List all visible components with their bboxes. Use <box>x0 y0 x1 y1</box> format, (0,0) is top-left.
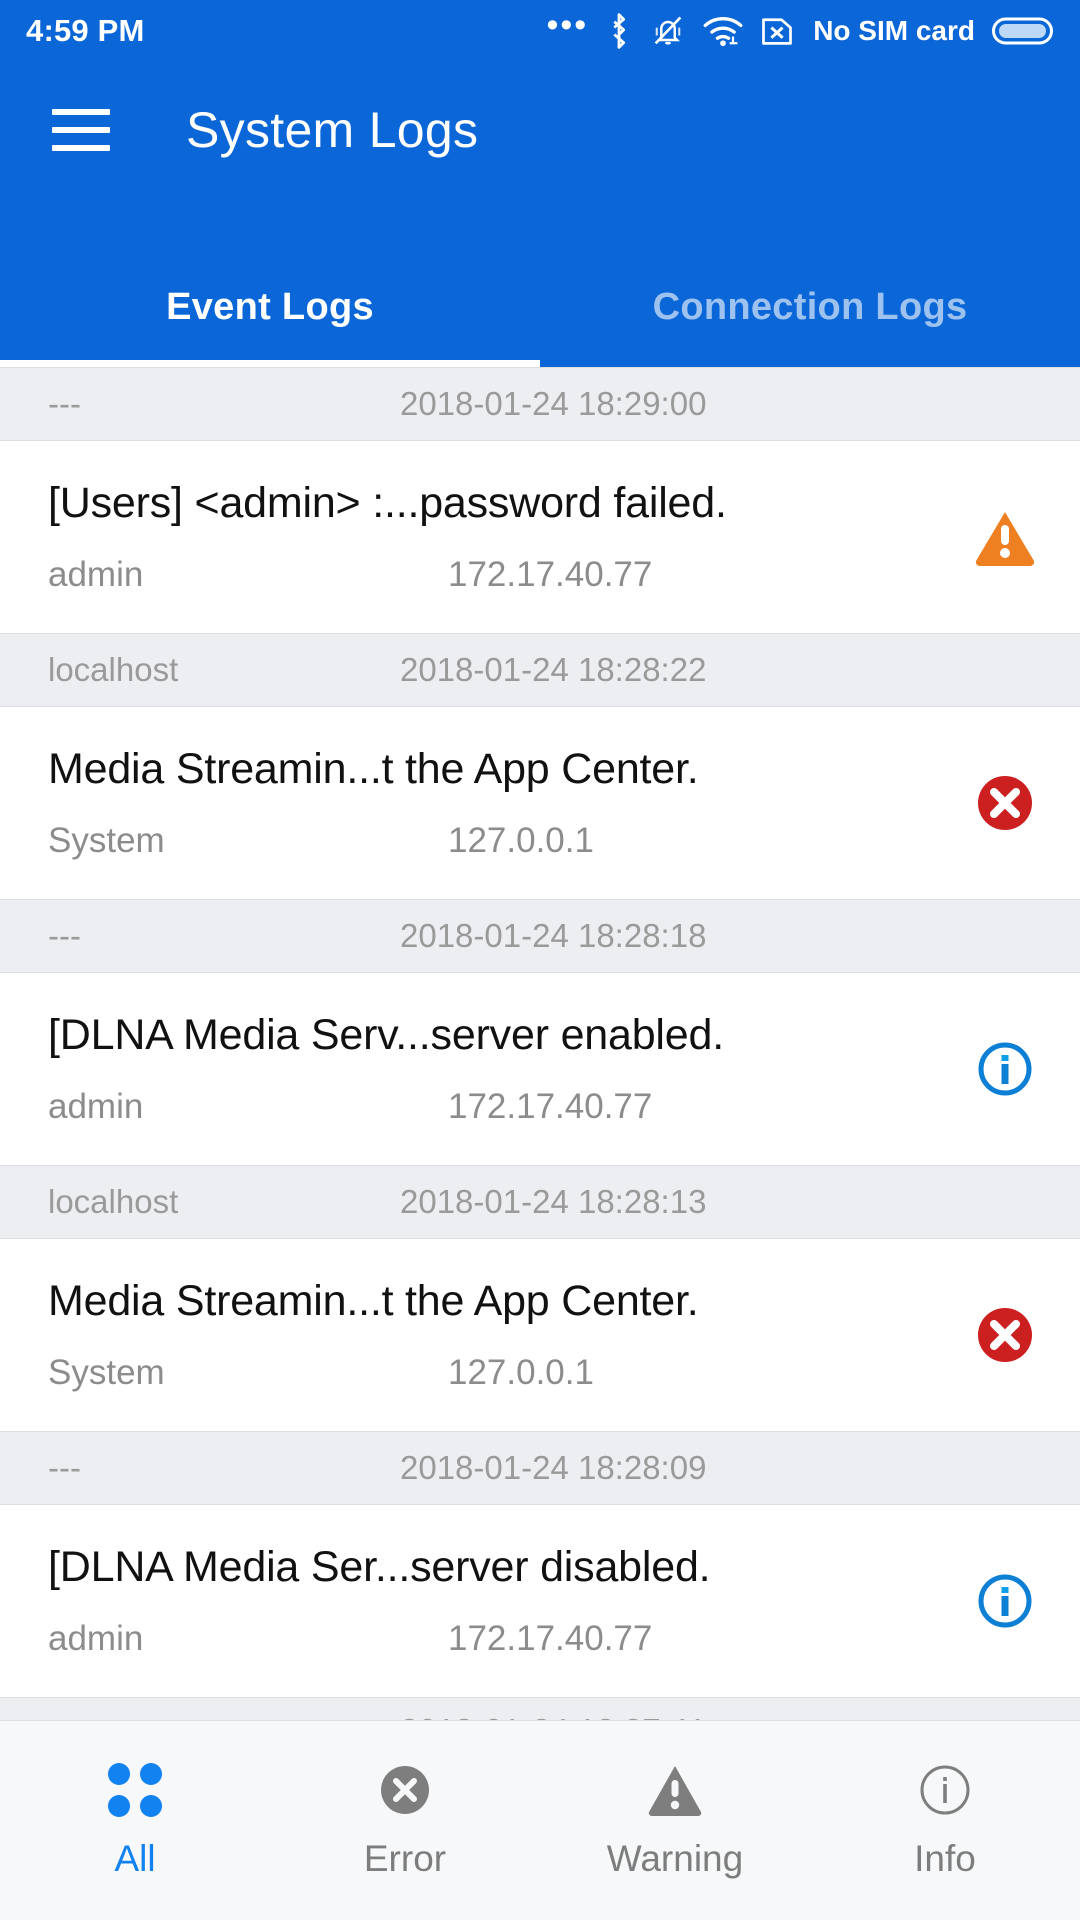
silent-mode-icon <box>650 12 686 50</box>
page-title: System Logs <box>186 101 479 158</box>
grid-dots-icon <box>108 1762 162 1818</box>
nav-item-info[interactable]: Info <box>810 1762 1080 1880</box>
tab-active-indicator <box>0 360 540 367</box>
hamburger-bar <box>52 144 110 151</box>
error-circle-icon <box>378 1762 432 1818</box>
log-host <box>0 1698 400 1712</box>
log-message: [DLNA Media Serv...server enabled. <box>48 1011 724 1060</box>
log-user: admin <box>48 1618 144 1658</box>
log-host: --- <box>48 385 81 422</box>
nav-item-error[interactable]: Error <box>270 1762 540 1880</box>
tab-connection-logs[interactable]: Connection Logs <box>540 286 1080 367</box>
status-clock: 4:59 PM <box>26 13 145 48</box>
wifi-icon <box>703 14 743 48</box>
grid-dot <box>140 1762 162 1785</box>
log-body[interactable]: Media Streamin...t the App Center. Syste… <box>0 1239 1080 1431</box>
log-body-text: Media Streamin...t the App Center. Syste… <box>48 745 930 860</box>
bluetooth-icon <box>605 12 633 50</box>
info-circle-icon <box>930 1039 1080 1099</box>
log-body[interactable]: [DLNA Media Ser...server disabled. admin… <box>0 1505 1080 1697</box>
nav-item-all[interactable]: All <box>0 1762 270 1880</box>
log-ip: 172.17.40.77 <box>448 554 653 594</box>
log-host: --- <box>48 917 81 954</box>
log-meta-row: localhost 2018-01-24 18:28:22 <box>0 633 1080 707</box>
app-screen: 4:59 PM ••• No SIM card System Logs Even… <box>0 0 1080 1920</box>
nav-label-all: All <box>114 1837 156 1879</box>
more-dots-icon: ••• <box>546 6 589 44</box>
log-timestamp: 2018-01-24 18:28:09 <box>400 1449 707 1486</box>
log-subline: System 127.0.0.1 <box>48 1353 930 1393</box>
log-message: [Users] <admin> :...password failed. <box>48 479 727 528</box>
log-meta-row: --- 2018-01-24 18:28:18 <box>0 899 1080 973</box>
log-message: Media Streamin...t the App Center. <box>48 1277 699 1326</box>
log-entry[interactable]: --- 2018-01-24 18:28:09 [DLNA Media Ser.… <box>0 1431 1080 1697</box>
log-timestamp: 2018-01-24 18:28:13 <box>400 1183 707 1220</box>
error-circle-icon <box>930 1305 1080 1365</box>
log-subline: admin 172.17.40.77 <box>48 1619 930 1659</box>
grid-dot <box>140 1794 162 1817</box>
nav-label-warning: Warning <box>606 1837 744 1879</box>
bottom-navigation-bar: All Error Warning Info <box>0 1720 1080 1920</box>
nav-label-error: Error <box>363 1837 447 1879</box>
log-body[interactable]: Media Streamin...t the App Center. Syste… <box>0 707 1080 899</box>
status-bar: 4:59 PM ••• No SIM card <box>0 0 1080 62</box>
grid-dot <box>108 1794 130 1817</box>
info-circle-icon <box>918 1762 972 1818</box>
no-sim-icon <box>760 13 794 49</box>
log-message: [DLNA Media Ser...server disabled. <box>48 1543 711 1592</box>
log-entry[interactable]: --- 2018-01-24 18:28:18 [DLNA Media Serv… <box>0 899 1080 1165</box>
log-body-text: [DLNA Media Serv...server enabled. admin… <box>48 1011 930 1126</box>
nav-item-warning[interactable]: Warning <box>540 1762 810 1880</box>
log-host: --- <box>48 1449 81 1486</box>
hamburger-bar <box>52 108 110 115</box>
hamburger-menu-icon[interactable] <box>52 108 110 151</box>
warning-triangle-icon <box>647 1762 703 1818</box>
log-meta-row: localhost 2018-01-24 18:28:13 <box>0 1165 1080 1239</box>
grid-dot <box>108 1762 130 1785</box>
sim-status-label: No SIM card <box>813 15 975 46</box>
log-body[interactable]: [DLNA Media Serv...server enabled. admin… <box>0 973 1080 1165</box>
battery-icon <box>992 15 1054 47</box>
log-message: Media Streamin...t the App Center. <box>48 745 699 794</box>
log-subline: admin 172.17.40.77 <box>48 1087 930 1127</box>
warning-triangle-icon <box>930 508 1080 566</box>
log-host: localhost <box>48 651 179 688</box>
log-list[interactable]: --- 2018-01-24 18:29:00 [Users] <admin> … <box>0 367 1080 1720</box>
log-host: localhost <box>48 1183 179 1220</box>
log-meta-row: --- 2018-01-24 18:29:00 <box>0 367 1080 441</box>
hamburger-bar <box>52 126 110 133</box>
error-circle-icon <box>930 773 1080 833</box>
info-circle-icon <box>930 1571 1080 1631</box>
log-ip: 172.17.40.77 <box>448 1618 653 1658</box>
log-subline: System 127.0.0.1 <box>48 821 930 861</box>
log-ip: 172.17.40.77 <box>448 1086 653 1126</box>
log-entry[interactable]: --- 2018-01-24 18:29:00 [Users] <admin> … <box>0 367 1080 633</box>
log-user: System <box>48 820 165 860</box>
log-user: admin <box>48 554 144 594</box>
log-subline: admin 172.17.40.77 <box>48 555 930 595</box>
log-entry[interactable]: localhost 2018-01-24 18:28:22 Media Stre… <box>0 633 1080 899</box>
log-timestamp: 2018-01-24 18:28:22 <box>400 651 707 688</box>
log-body-text: [Users] <admin> :...password failed. adm… <box>48 479 930 594</box>
tab-bar: Event Logs Connection Logs <box>0 197 1080 367</box>
log-timestamp: 2018-01-24 18:29:00 <box>400 385 707 422</box>
log-user: admin <box>48 1086 144 1126</box>
log-ip: 127.0.0.1 <box>448 1352 594 1392</box>
log-meta-row: --- 2018-01-24 18:28:09 <box>0 1431 1080 1505</box>
tab-event-logs[interactable]: Event Logs <box>0 286 540 367</box>
log-timestamp: 2018-01-24 18:28:18 <box>400 917 707 954</box>
log-meta-row-clipped: 2018-01-24 18:27:41 <box>0 1697 1080 1720</box>
log-body-text: Media Streamin...t the App Center. Syste… <box>48 1277 930 1392</box>
status-icon-tray: ••• No SIM card <box>546 6 1054 50</box>
nav-label-info: Info <box>914 1837 976 1879</box>
log-body[interactable]: [Users] <admin> :...password failed. adm… <box>0 441 1080 633</box>
log-entry[interactable]: localhost 2018-01-24 18:28:13 Media Stre… <box>0 1165 1080 1431</box>
log-user: System <box>48 1352 165 1392</box>
log-ip: 127.0.0.1 <box>448 820 594 860</box>
log-timestamp: 2018-01-24 18:27:41 <box>400 1698 706 1720</box>
app-bar: System Logs <box>0 62 1080 197</box>
log-body-text: [DLNA Media Ser...server disabled. admin… <box>48 1543 930 1658</box>
